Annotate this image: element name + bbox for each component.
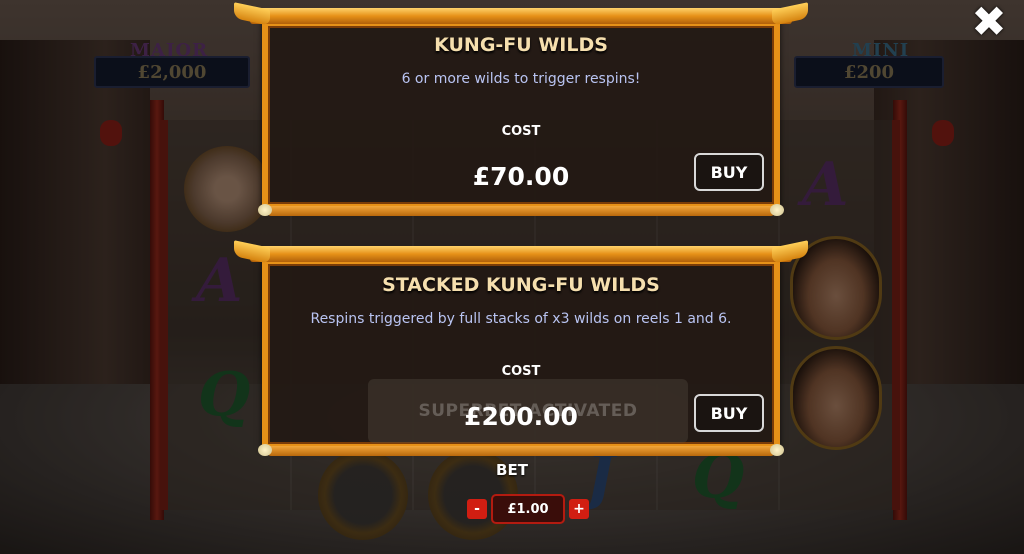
panel-description: 6 or more wilds to trigger respins! — [401, 71, 641, 87]
scroll-knob — [258, 204, 272, 216]
scroll-knob — [770, 204, 784, 216]
close-button[interactable]: ✖ — [968, 1, 1010, 43]
panel-description: Respins triggered by full stacks of x3 w… — [310, 311, 732, 327]
scroll-knob — [770, 444, 784, 456]
bet-increase-button[interactable]: + — [569, 499, 589, 519]
panel-title: KUNG-FU WILDS — [434, 34, 608, 56]
feature-panel-stacked-kung-fu-wilds: SUPERBET ACTIVATED STACKED KUNG-FU WILDS… — [234, 240, 808, 456]
feature-panel-kung-fu-wilds: KUNG-FU WILDS 6 or more wilds to trigger… — [234, 2, 808, 216]
scroll-rod-top — [250, 246, 792, 262]
cost-label: COST — [501, 364, 541, 379]
buy-button-kung-fu-wilds[interactable]: BUY — [694, 153, 764, 191]
scroll-rod-bottom — [268, 206, 774, 216]
bet-value: £1.00 — [491, 494, 565, 524]
scroll-rod-bottom — [268, 446, 774, 456]
cost-label: COST — [501, 124, 541, 139]
buy-button-stacked-kung-fu-wilds[interactable]: BUY — [694, 394, 764, 432]
panel-title: STACKED KUNG-FU WILDS — [382, 274, 660, 296]
bet-control: - £1.00 + — [467, 494, 589, 524]
bet-label: BET — [496, 461, 528, 479]
scroll-knob — [258, 444, 272, 456]
scroll-rod-top — [250, 8, 792, 24]
bet-decrease-button[interactable]: - — [467, 499, 487, 519]
